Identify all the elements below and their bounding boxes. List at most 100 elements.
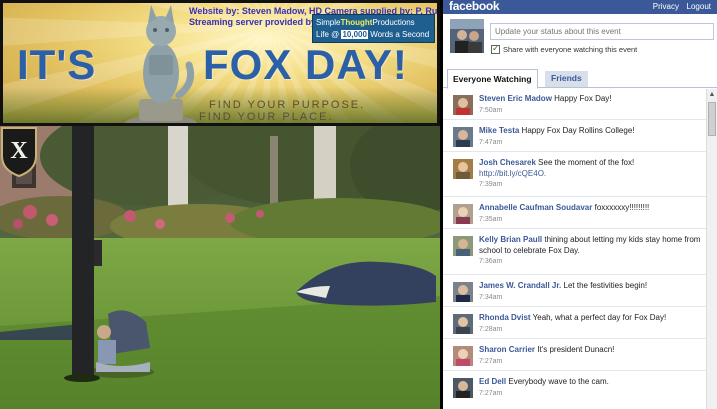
facebook-live-feed-panel: facebook Privacy Logout Share with every… (443, 0, 717, 409)
profile-photo-icon (453, 282, 473, 302)
post-avatar[interactable] (453, 282, 473, 302)
feed-post: Steven Eric Madow Happy Fox Day! 7:50am (443, 89, 706, 120)
post-author[interactable]: Annabelle Caufman Soudavar (479, 203, 592, 212)
post-time: 7:35am (479, 215, 503, 223)
feed-post: Sharon Carrier It's president Dunacn! 7:… (443, 340, 706, 371)
status-input[interactable] (490, 23, 714, 40)
feed-post: James W. Crandall Jr. Let the festivitie… (443, 276, 706, 307)
post-avatar[interactable] (453, 204, 473, 224)
tagline-place: FIND YOUR PLACE. (199, 111, 334, 123)
post-avatar[interactable] (453, 378, 473, 398)
profile-photo-icon (453, 204, 473, 224)
comment-feed: Steven Eric Madow Happy Fox Day! 7:50am … (443, 89, 706, 409)
feed-post: Kelly Brian Paull thining about letting … (443, 230, 706, 275)
fox-day-banner: Website by: Steven Madow, HD Camera supp… (0, 0, 440, 126)
post-author[interactable]: Steven Eric Madow (479, 94, 552, 103)
post-time: 7:36am (479, 258, 503, 265)
post-body: Rhonda Dvist Yeah, what a perfect day fo… (479, 313, 703, 335)
profile-photo-icon (453, 95, 473, 115)
post-author[interactable]: Kelly Brian Paull (479, 235, 542, 244)
post-time: 7:28am (479, 325, 503, 333)
post-avatar[interactable] (453, 159, 473, 179)
post-message: It's president Dunacn! (537, 345, 615, 354)
post-time: 7:27am (479, 357, 503, 365)
logo-productions: Productions (372, 18, 415, 27)
scroll-up-arrow-icon[interactable]: ▲ (708, 91, 716, 99)
post-message: Everybody wave to the cam. (508, 377, 609, 386)
feed-scrollbar[interactable]: ▲ (706, 89, 717, 409)
rollins-x-shield-icon: X (1, 127, 37, 178)
tab-friends[interactable]: Friends (545, 71, 588, 87)
profile-photo-icon (453, 378, 473, 398)
post-time: 7:47am (479, 138, 503, 146)
tagline-purpose: FIND YOUR PURPOSE. (209, 99, 366, 111)
current-user-avatar[interactable] (450, 19, 484, 53)
post-author[interactable]: Sharon Carrier (479, 345, 535, 354)
feed-post: Annabelle Caufman Soudavar foxxxxxxy!!!!… (443, 198, 706, 229)
simple-thought-productions-logo[interactable]: SimpleThoughtProductions Life @ 10,000 W… (312, 14, 435, 43)
headline-its: IT'S (17, 41, 97, 88)
post-avatar[interactable] (453, 236, 473, 256)
facebook-logo[interactable]: facebook (449, 0, 500, 13)
post-body: Josh Chesarek See the moment of the fox!… (479, 158, 703, 191)
post-time: 7:39am (479, 181, 503, 188)
feed-post: Mike Testa Happy Fox Day Rollins College… (443, 121, 706, 152)
live-camera-feed[interactable]: X (0, 126, 440, 409)
post-body: Mike Testa Happy Fox Day Rollins College… (479, 126, 703, 148)
logo-simple: Simple (316, 18, 341, 27)
post-body: Steven Eric Madow Happy Fox Day! 7:50am (479, 94, 703, 116)
share-with-everyone-label: Share with everyone watching this event (503, 45, 638, 54)
tab-everyone-watching[interactable]: Everyone Watching (447, 69, 538, 89)
status-update-area: Share with everyone watching this event (443, 14, 717, 66)
profile-photo-icon (453, 127, 473, 147)
post-avatar[interactable] (453, 127, 473, 147)
scroll-thumb[interactable] (708, 102, 716, 136)
post-body: Kelly Brian Paull thining about letting … (479, 235, 703, 268)
feed-tabs: Everyone Watching Friends (443, 66, 717, 89)
post-link[interactable]: http://bit.ly/cQE4O. (479, 169, 546, 178)
logo-thought: Thought (340, 18, 373, 27)
post-author[interactable]: Rhonda Dvist (479, 313, 531, 322)
camera-scene (0, 126, 440, 409)
profile-photo-icon (453, 236, 473, 256)
logout-link[interactable]: Logout (687, 2, 711, 11)
logo-ten-thousand: 10,000 (341, 30, 368, 39)
post-message: Let the festivities begin! (563, 281, 648, 290)
profile-photo-icon (453, 314, 473, 334)
post-author[interactable]: Ed Dell (479, 377, 506, 386)
post-avatar[interactable] (453, 314, 473, 334)
post-message: See the moment of the fox! (538, 158, 635, 167)
post-avatar[interactable] (453, 95, 473, 115)
post-body: Annabelle Caufman Soudavar foxxxxxxy!!!!… (479, 203, 703, 225)
post-message: Happy Fox Day Rollins College! (521, 126, 635, 135)
facebook-top-bar: facebook Privacy Logout (443, 0, 717, 14)
post-author[interactable]: James W. Crandall Jr. (479, 281, 561, 290)
headline-fox-day: FOX DAY! (203, 41, 408, 88)
post-avatar[interactable] (453, 346, 473, 366)
logo-words: Words a Second (370, 30, 430, 39)
fox-statue-icon (125, 5, 197, 123)
profile-photo-icon (453, 346, 473, 366)
post-time: 7:50am (479, 106, 503, 114)
logo-life-at: Life @ (316, 30, 340, 39)
feed-post: Josh Chesarek See the moment of the fox!… (443, 153, 706, 197)
post-author[interactable]: Mike Testa (479, 126, 519, 135)
post-time: 7:27am (479, 389, 503, 397)
post-body: Sharon Carrier It's president Dunacn! 7:… (479, 345, 703, 367)
feed-post: Rhonda Dvist Yeah, what a perfect day fo… (443, 308, 706, 339)
streaming-credit-line: Streaming server provided by: (189, 17, 320, 27)
post-message: Happy Fox Day! (554, 94, 612, 103)
privacy-link[interactable]: Privacy (653, 2, 679, 11)
post-author[interactable]: Josh Chesarek (479, 158, 536, 167)
post-message: Yeah, what a perfect day for Fox Day! (532, 313, 667, 322)
post-message: foxxxxxxy!!!!!!!!! (594, 203, 650, 212)
share-with-everyone-checkbox[interactable] (491, 43, 500, 54)
post-time: 7:34am (479, 293, 503, 301)
badge-letter: X (10, 138, 28, 164)
feed-post: Ed Dell Everybody wave to the cam. 7:27a… (443, 372, 706, 409)
post-body: Ed Dell Everybody wave to the cam. 7:27a… (479, 377, 703, 399)
user-photo-icon (450, 19, 484, 53)
fox-day-stream-page: Website by: Steven Madow, HD Camera supp… (0, 0, 717, 409)
post-body: James W. Crandall Jr. Let the festivitie… (479, 281, 703, 303)
profile-photo-icon (453, 159, 473, 179)
